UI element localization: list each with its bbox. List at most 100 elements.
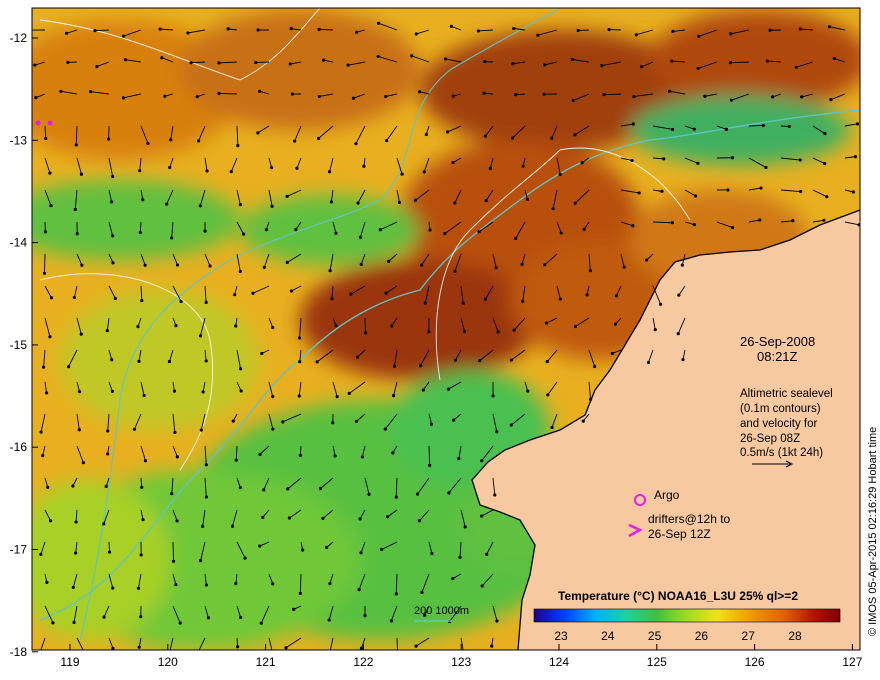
velocity-arrow-head: [238, 269, 242, 274]
velocity-arrow-head: [458, 555, 462, 560]
velocity-arrow-head: [49, 203, 53, 208]
velocity-arrow-head: [236, 143, 240, 148]
velocity-arrow-head: [331, 421, 335, 425]
velocity-arrow-head: [520, 262, 524, 266]
velocity-arrow: [44, 253, 46, 274]
velocity-arrow-head: [645, 258, 649, 262]
velocity-arrow-head: [571, 98, 575, 103]
velocity-arrow-head: [355, 30, 359, 34]
velocity-arrow-head: [462, 329, 467, 334]
velocity-arrow-head: [593, 364, 597, 369]
velocity-arrow-head: [259, 621, 263, 625]
velocity-arrow-head: [823, 132, 827, 136]
velocity-arrow-head: [64, 31, 69, 35]
velocity-arrow-head: [137, 645, 141, 649]
velocity-arrow-head: [480, 584, 484, 588]
velocity-arrow-head: [325, 545, 329, 549]
velocity-arrow-head: [39, 430, 43, 434]
velocity-arrow-head: [493, 493, 497, 497]
velocity-arrow-head: [427, 330, 431, 334]
velocity-arrow-head: [357, 588, 361, 592]
velocity-arrow-head: [476, 29, 481, 33]
velocity-arrow-head: [544, 321, 549, 325]
velocity-arrow-head: [359, 262, 363, 266]
velocity-arrow-head: [136, 325, 140, 329]
velocity-arrow-head: [546, 393, 550, 397]
velocity-arrow-head: [384, 94, 388, 99]
velocity-arrow-head: [670, 59, 674, 63]
velocity-arrow-head: [141, 198, 145, 202]
velocity-arrow-head: [525, 197, 530, 201]
velocity-arrow-head: [327, 618, 331, 622]
velocity-arrow-head: [378, 228, 382, 232]
velocity-arrow-head: [397, 200, 402, 205]
velocity-arrow-head: [693, 194, 698, 198]
velocity-arrow-head: [236, 645, 240, 649]
velocity-arrow-head: [174, 582, 178, 587]
velocity-arrow-head: [256, 131, 260, 135]
velocity-arrow-head: [424, 132, 428, 137]
velocity-arrow-head: [292, 607, 296, 611]
velocity-arrow-head: [271, 395, 275, 399]
colorbar-title: Temperature (°C) NOAA16_L3U 25% ql>=2: [558, 589, 798, 603]
velocity-arrow-head: [110, 200, 114, 204]
velocity-arrow-head: [349, 292, 353, 296]
velocity-arrow-head: [386, 515, 390, 519]
velocity-arrow-head: [391, 393, 396, 398]
velocity-arrow-head: [121, 34, 126, 38]
colorbar-tick-label: 23: [554, 629, 568, 643]
velocity-arrow-head: [445, 130, 450, 134]
velocity-arrow-head: [301, 548, 305, 552]
velocity-arrow-head: [73, 207, 77, 212]
velocity-arrow-head: [581, 419, 585, 423]
velocity-arrow-head: [428, 463, 432, 467]
velocity-arrow-head: [799, 189, 803, 194]
velocity-arrow-head: [630, 158, 634, 163]
velocity-arrow-head: [294, 228, 298, 232]
velocity-arrow-head: [72, 620, 76, 624]
velocity-arrow-head: [798, 158, 802, 162]
velocity-arrow-head: [208, 264, 212, 268]
velocity-arrow-head: [385, 139, 389, 143]
velocity-arrow-head: [696, 161, 700, 165]
velocity-arrow-head: [258, 89, 262, 93]
velocity-arrow-head: [724, 127, 729, 131]
velocity-arrow-head: [74, 520, 78, 524]
velocity-arrow-head: [217, 91, 221, 96]
velocity-arrow-head: [680, 263, 684, 267]
velocity-arrow-head: [451, 418, 456, 422]
velocity-arrow-head: [318, 486, 323, 491]
velocity-arrow-head: [482, 91, 486, 95]
velocity-arrow-head: [170, 236, 174, 240]
velocity-arrow-head: [105, 329, 109, 333]
velocity-arrow-head: [48, 171, 52, 175]
velocity-arrow-head: [453, 358, 458, 362]
velocity-arrow-head: [484, 198, 488, 203]
velocity-arrow-head: [95, 64, 99, 69]
lon-tick-label: 127: [842, 655, 862, 669]
velocity-arrow-head: [670, 127, 675, 132]
velocity-arrow-head: [496, 330, 500, 334]
velocity-arrow-head: [138, 230, 142, 235]
velocity-arrow-head: [59, 89, 63, 93]
velocity-arrow-head: [289, 27, 293, 31]
velocity-arrow-head: [72, 295, 76, 300]
velocity-arrow-head: [33, 63, 37, 67]
velocity-arrow-head: [614, 294, 619, 298]
altimetry-line: (0.1m contours): [740, 403, 821, 415]
velocity-arrow-head: [602, 93, 606, 97]
velocity-arrow-head: [832, 56, 836, 61]
velocity-arrow-head: [613, 322, 618, 326]
velocity-arrow-head: [169, 138, 173, 142]
colorbar-tick-label: 28: [788, 629, 802, 643]
velocity-arrow-head: [260, 351, 264, 356]
velocity-arrow-head: [203, 229, 207, 233]
velocity-arrow-head: [726, 188, 730, 192]
velocity-arrow-head: [418, 90, 422, 94]
velocity-arrow-head: [290, 92, 294, 96]
velocity-arrow-head: [446, 387, 451, 391]
velocity-arrow-head: [761, 123, 765, 128]
velocity-arrow-head: [521, 164, 525, 168]
velocity-arrow-head: [559, 231, 563, 235]
velocity-arrow-head: [703, 94, 707, 98]
